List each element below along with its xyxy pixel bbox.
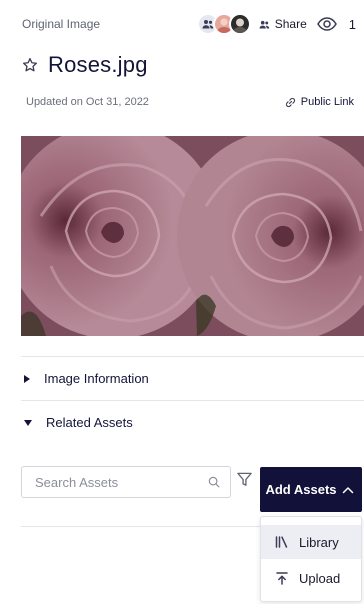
public-link-button[interactable]: Public Link (285, 96, 354, 108)
view-count[interactable]: 1 (316, 16, 356, 32)
menu-item-upload[interactable]: Upload (261, 561, 361, 595)
image-information-toggle[interactable]: Image Information (24, 371, 149, 386)
library-icon (275, 536, 288, 548)
add-assets-menu: Library Upload (260, 516, 362, 602)
public-link-label: Public Link (300, 96, 354, 108)
related-assets-toggle[interactable]: Related Assets (24, 415, 133, 430)
search-assets-field[interactable] (21, 466, 231, 498)
divider (21, 526, 264, 527)
menu-item-label: Library (299, 534, 339, 550)
updated-date: Updated on Oct 31, 2022 (26, 96, 149, 108)
users-icon (259, 20, 270, 29)
search-input[interactable] (35, 474, 208, 490)
chevron-up-icon (342, 486, 354, 493)
asset-meta: Updated on Oct 31, 2022 Public Link (26, 94, 354, 110)
star-outline-icon[interactable] (22, 57, 38, 73)
divider (21, 400, 364, 401)
share-button[interactable]: Share (259, 17, 307, 31)
image-preview[interactable] (21, 136, 364, 336)
filter-icon[interactable] (236, 471, 253, 488)
eye-icon (316, 17, 337, 31)
add-assets-button[interactable]: Add Assets (260, 467, 362, 512)
roses-image (21, 136, 364, 336)
add-assets-label: Add Assets (265, 481, 337, 497)
users-icon (202, 20, 214, 29)
header-actions: Share 1 (196, 13, 356, 35)
page-title: Roses.jpg (48, 52, 148, 77)
breadcrumb[interactable]: Original Image (22, 17, 100, 31)
menu-item-library[interactable]: Library (261, 525, 361, 559)
view-count-number: 1 (348, 16, 356, 32)
upload-icon (276, 571, 288, 585)
search-icon[interactable] (208, 476, 220, 488)
divider (21, 356, 364, 357)
menu-item-label: Upload (299, 570, 341, 586)
title-row: Roses.jpg (22, 52, 148, 78)
section-label: Image Information (44, 371, 149, 386)
caret-down-icon (24, 419, 32, 426)
caret-right-icon (24, 374, 30, 383)
share-label: Share (274, 17, 307, 31)
asset-header: Original Image Share 1 (22, 11, 356, 37)
section-label: Related Assets (46, 415, 133, 430)
user-avatar (228, 13, 251, 35)
link-icon (285, 97, 295, 107)
collaborator-avatars[interactable] (196, 13, 251, 35)
